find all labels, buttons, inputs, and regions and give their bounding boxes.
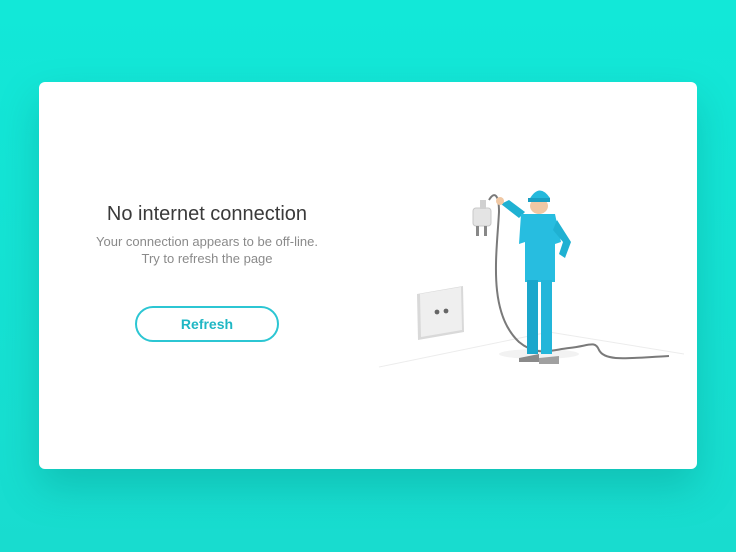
refresh-button[interactable]: Refresh bbox=[135, 306, 279, 342]
error-message-line-2: Try to refresh the page bbox=[141, 251, 273, 266]
error-message-line-1: Your connection appears to be off-line. bbox=[96, 234, 318, 249]
error-message: Your connection appears to be off-line. … bbox=[39, 233, 375, 267]
plug-icon bbox=[472, 200, 492, 236]
cable-icon bbox=[488, 194, 670, 360]
wall-socket-icon bbox=[417, 286, 464, 340]
unplugged-illustration bbox=[378, 190, 685, 368]
offline-card: No internet connection Your connection a… bbox=[39, 82, 697, 469]
error-title: No internet connection bbox=[106, 203, 308, 225]
technician-figure bbox=[496, 190, 571, 364]
